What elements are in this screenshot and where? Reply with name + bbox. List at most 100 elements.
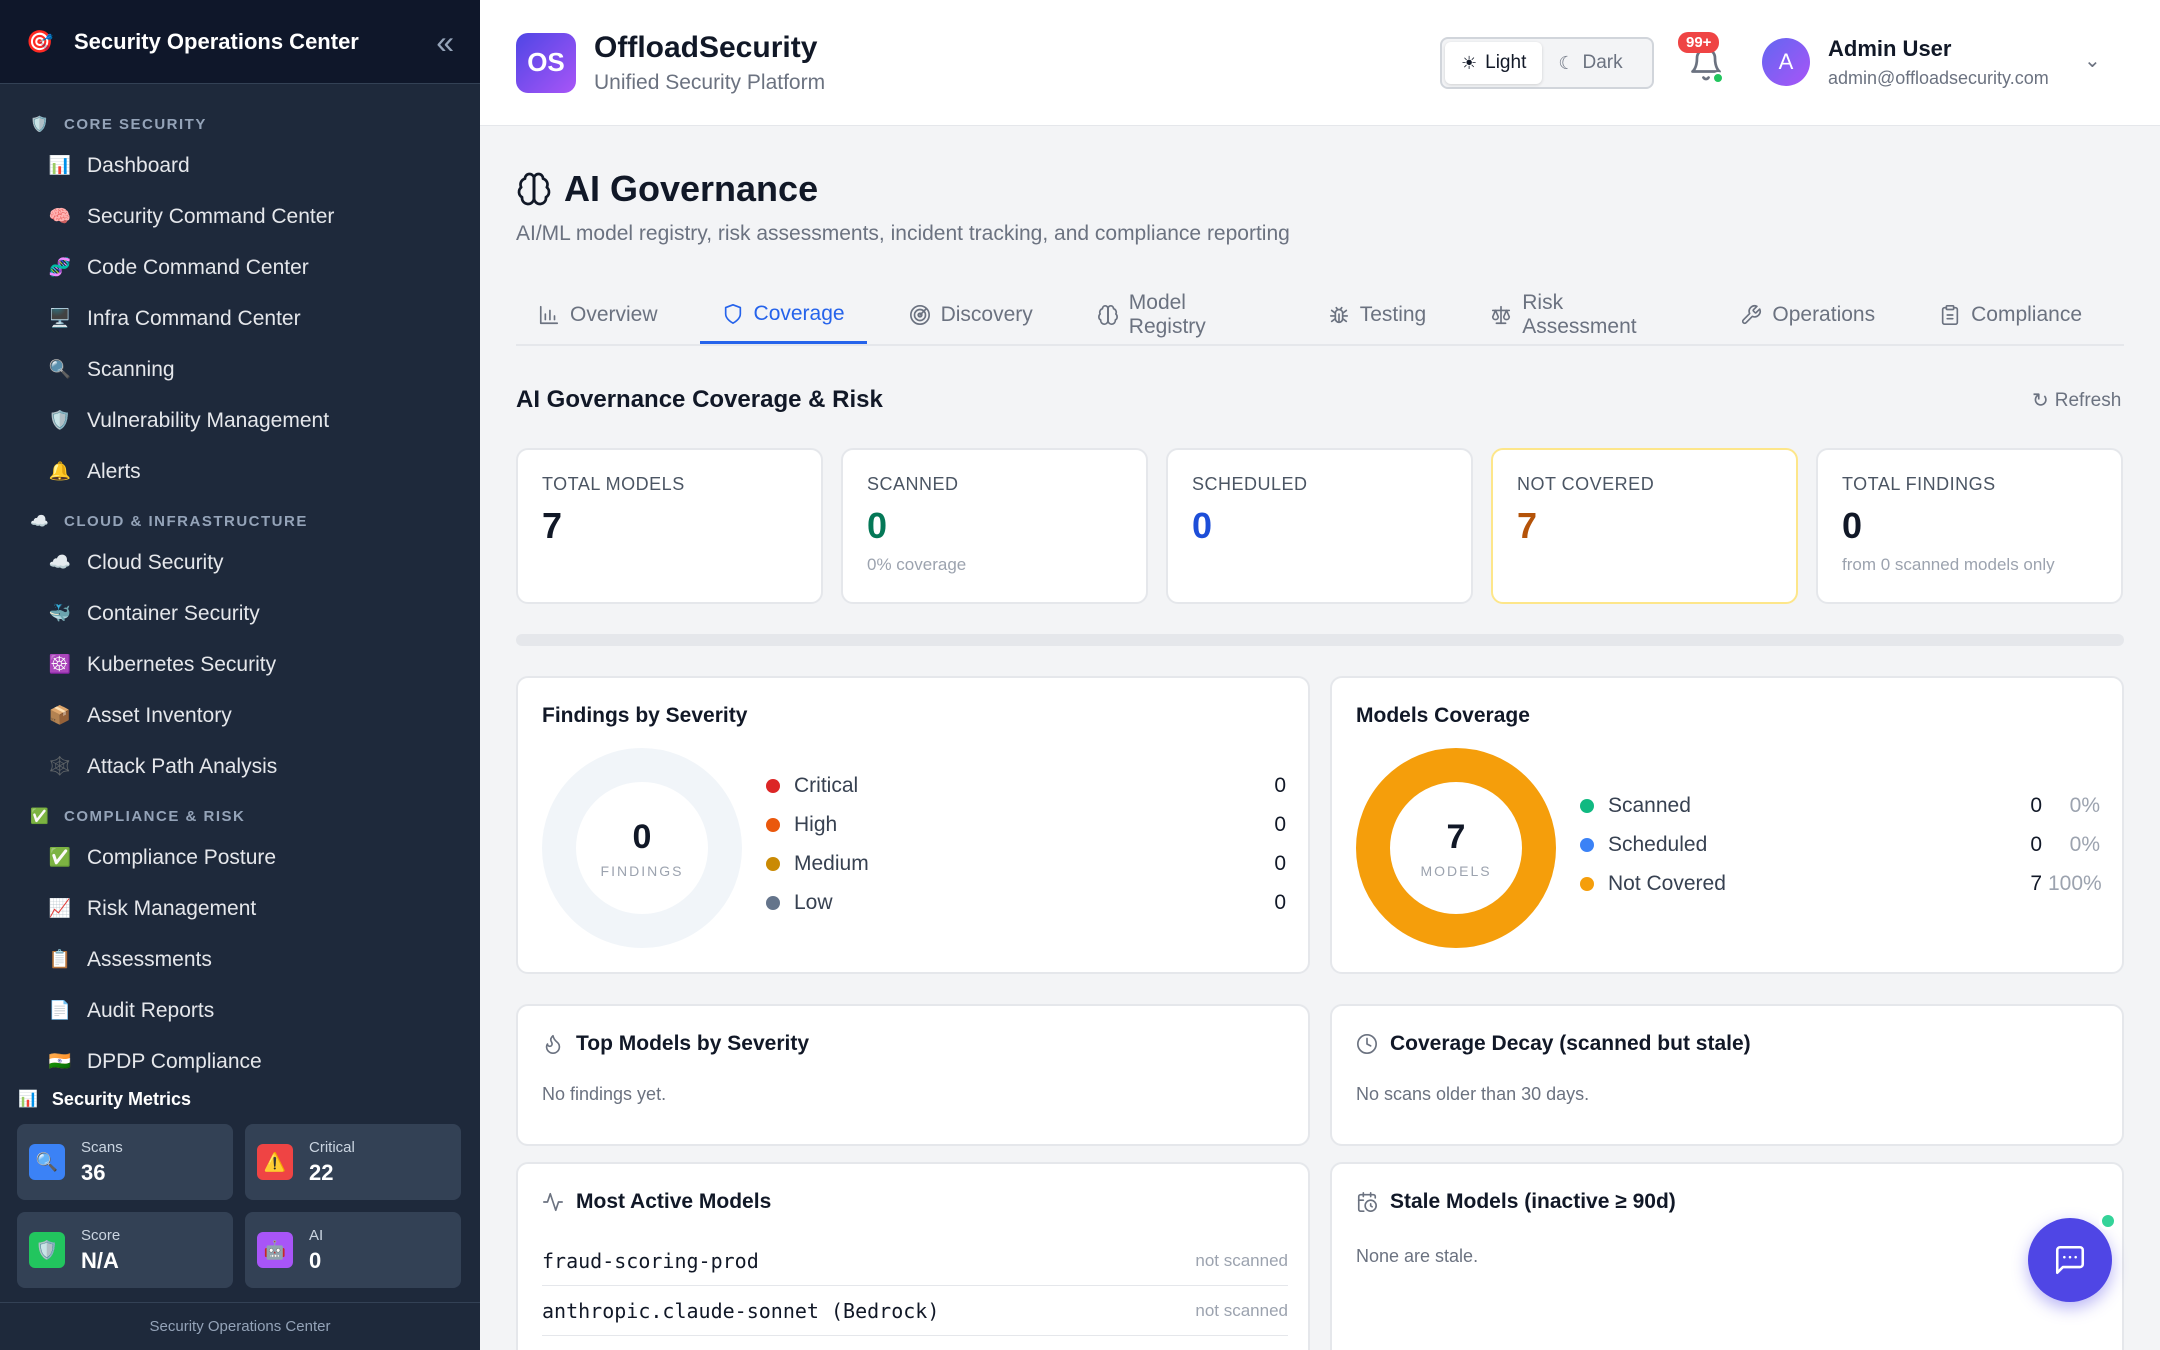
metric-text: Score N/A	[81, 1227, 120, 1274]
section-icon: ✅	[30, 808, 49, 825]
assessments-icon: 📋	[48, 949, 72, 969]
legend-dot	[766, 895, 780, 910]
sidebar-item-infra-command-center[interactable]: 🖥️ Infra Command Center	[0, 293, 480, 344]
tab-label: Operations	[1772, 303, 1876, 326]
sidebar-item-dashboard[interactable]: 📊 Dashboard	[0, 140, 480, 191]
model-name: anthropic.claude-sonnet (Bedrock)	[542, 1298, 940, 1323]
coverage-decay-card: Coverage Decay (scanned but stale) No sc…	[1330, 1004, 2124, 1146]
collapse-sidebar-icon[interactable]: «	[436, 26, 454, 58]
tab-testing[interactable]: Testing	[1306, 286, 1449, 344]
sidebar-item-assessments[interactable]: 📋 Assessments	[0, 934, 480, 985]
metric-scans[interactable]: 🔍 Scans 36	[17, 1124, 233, 1200]
risk-management-icon: 📈	[48, 898, 72, 918]
tab-discovery[interactable]: Discovery	[887, 286, 1055, 344]
sidebar-item-compliance-posture[interactable]: ✅ Compliance Posture	[0, 832, 480, 883]
critical-icon: ⚠️	[257, 1144, 293, 1180]
tab-compliance[interactable]: Compliance	[1917, 286, 2104, 344]
sidebar-item-asset-inventory[interactable]: 📦 Asset Inventory	[0, 690, 480, 741]
sidebar-section-label: COMPLIANCE & RISK	[64, 807, 246, 825]
stale-models-title-text: Stale Models (inactive ≥ 90d)	[1390, 1190, 1676, 1213]
sidebar-item-kubernetes-security[interactable]: ☸️ Kubernetes Security	[0, 639, 480, 690]
metric-score[interactable]: 🛡️ Score N/A	[17, 1212, 233, 1288]
most-active-models-card: Most Active Models fraud-scoring-prod not…	[516, 1162, 1310, 1350]
legend-name: Medium	[794, 851, 869, 875]
model-row[interactable]: fraud-scoring-prod not scanned	[542, 1236, 1288, 1286]
legend-name: Scanned	[1608, 793, 1691, 817]
findings-center-label: FINDINGS	[600, 862, 684, 879]
asset-inventory-icon: 📦	[48, 705, 72, 725]
stat-label: SCHEDULED	[1192, 474, 1308, 494]
stat-value: 0	[1192, 505, 1213, 546]
sidebar-item-label: Code Command Center	[87, 255, 309, 279]
sidebar-section-core-security: 🛡️ CORE SECURITY	[0, 108, 480, 140]
kubernetes-security-icon: ☸️	[48, 654, 72, 674]
legend-name: Not Covered	[1608, 871, 1726, 895]
legend-percent: 0%	[2069, 793, 2100, 817]
brand-logo[interactable]: OS	[516, 32, 576, 93]
metric-text: Scans 36	[81, 1139, 123, 1186]
stat-note: 0% coverage	[867, 555, 967, 574]
legend-dot	[766, 856, 780, 871]
model-name: fraud-scoring-prod	[542, 1248, 759, 1273]
tab-operations[interactable]: Operations	[1718, 286, 1897, 344]
sidebar-item-alerts[interactable]: 🔔 Alerts	[0, 446, 480, 497]
model-row[interactable]: anthropic.claude-sonnet (Bedrock) not sca…	[542, 1286, 1288, 1336]
sidebar-item-label: Cloud Security	[87, 550, 224, 574]
activity-icon	[542, 1191, 564, 1213]
legend-row-not-covered: Not Covered 7 100%	[1580, 864, 2102, 903]
models-donut: 7 MODELS	[1356, 748, 1556, 948]
online-status-dot	[1712, 72, 1724, 84]
coverage-decay-title-text: Coverage Decay (scanned but stale)	[1390, 1032, 1751, 1055]
user-avatar[interactable]: A	[1762, 38, 1810, 86]
sidebar-item-label: Risk Management	[87, 896, 257, 920]
sidebar-item-attack-path-analysis[interactable]: 🕸️ Attack Path Analysis	[0, 741, 480, 792]
refresh-icon: ↻	[2032, 390, 2049, 412]
moon-icon: ☾	[1558, 52, 1575, 73]
stat-card-not-covered: NOT COVERED 7	[1491, 448, 1798, 604]
theme-toggle: ☀ Light ☾ Dark	[1440, 37, 1654, 89]
brain-icon	[1097, 304, 1119, 326]
legend-row-high: High 0	[766, 805, 1286, 844]
sidebar-item-scanning[interactable]: 🔍 Scanning	[0, 344, 480, 395]
metric-value: 0	[309, 1247, 322, 1273]
model-row[interactable]: loan-prequal-stagingnot scanned	[542, 1336, 1288, 1350]
section-icon: 🛡️	[30, 116, 49, 133]
sidebar-item-label: Kubernetes Security	[87, 652, 277, 676]
sidebar-section-label: CLOUD & INFRASTRUCTURE	[64, 512, 308, 530]
user-menu[interactable]: Admin User admin@offloadsecurity.com	[1828, 36, 2049, 89]
metric-critical[interactable]: ⚠️ Critical 22	[245, 1124, 461, 1200]
legend-value: 7	[2030, 871, 2042, 895]
tab-risk-assessment[interactable]: Risk Assessment	[1468, 286, 1698, 344]
theme-light-button[interactable]: ☀ Light	[1445, 42, 1543, 84]
models-total: 7	[1446, 817, 1466, 856]
bug-icon	[1328, 304, 1350, 326]
sidebar-item-audit-reports[interactable]: 📄 Audit Reports	[0, 985, 480, 1036]
sidebar-item-label: Compliance Posture	[87, 845, 277, 869]
models-coverage-card: Models Coverage 7 MODELS Scanned 0 0% Sched…	[1330, 676, 2124, 974]
sidebar-item-risk-management[interactable]: 📈 Risk Management	[0, 883, 480, 934]
metric-label: Score	[81, 1226, 121, 1244]
page-title: AI Governance	[564, 168, 819, 209]
chat-icon	[2055, 1245, 2085, 1275]
sidebar-item-security-command-center[interactable]: 🧠 Security Command Center	[0, 191, 480, 242]
tab-model-registry[interactable]: Model Registry	[1075, 286, 1286, 344]
tab-coverage[interactable]: Coverage	[699, 286, 867, 344]
section-title: AI Governance Coverage & Risk	[516, 386, 883, 413]
theme-dark-button[interactable]: ☾ Dark	[1542, 42, 1638, 84]
sidebar-item-cloud-security[interactable]: ☁️ Cloud Security	[0, 537, 480, 588]
findings-card-title: Findings by Severity	[542, 704, 748, 727]
tab-overview[interactable]: Overview	[516, 286, 680, 344]
scanning-icon: 🔍	[48, 359, 72, 379]
ai-icon: 🤖	[257, 1232, 293, 1268]
stat-value: 7	[542, 505, 563, 546]
refresh-button[interactable]: ↻ Refresh	[2032, 388, 2121, 413]
sidebar-item-code-command-center[interactable]: 🧬 Code Command Center	[0, 242, 480, 293]
chat-assistant-button[interactable]	[2028, 1218, 2112, 1302]
chevron-down-icon[interactable]: ⌄	[2084, 48, 2101, 73]
sidebar-item-vulnerability-management[interactable]: 🛡️ Vulnerability Management	[0, 395, 480, 446]
flame-icon	[542, 1033, 564, 1055]
sidebar-item-dpdp-compliance[interactable]: 🇮🇳 DPDP Compliance	[0, 1036, 480, 1078]
sidebar-item-container-security[interactable]: 🐳 Container Security	[0, 588, 480, 639]
stale-models-card: Stale Models (inactive ≥ 90d) None are s…	[1330, 1162, 2124, 1350]
metric-ai[interactable]: 🤖 AI 0	[245, 1212, 461, 1288]
